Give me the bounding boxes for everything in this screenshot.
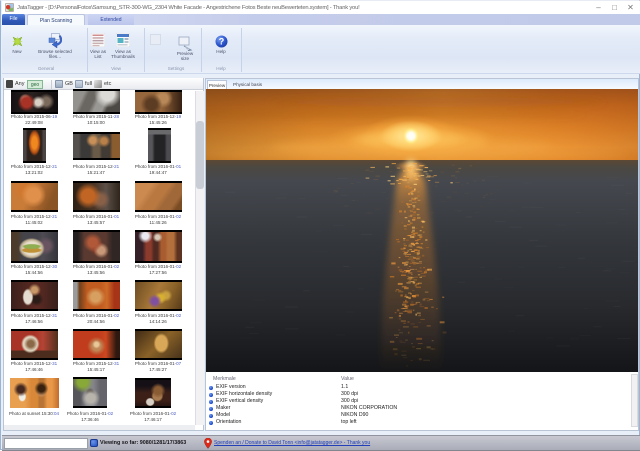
- svg-text:?: ?: [219, 37, 225, 47]
